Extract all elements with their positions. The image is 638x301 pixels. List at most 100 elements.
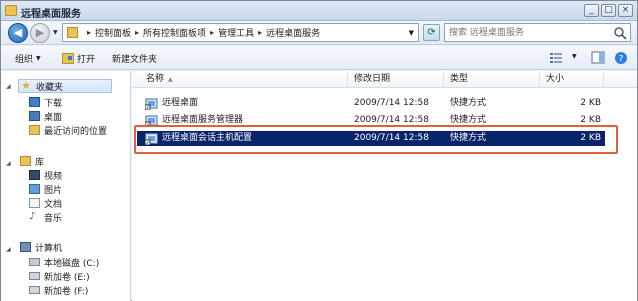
sidebar-item-label: 本地磁盘 (C:)	[44, 258, 100, 269]
chevron-right-icon[interactable]: ▸	[210, 28, 214, 37]
preview-pane-icon[interactable]	[591, 51, 605, 64]
column-header-modified[interactable]: 修改日期	[348, 71, 444, 88]
forward-arrow-icon: ▶	[35, 26, 45, 39]
column-header-name[interactable]: 名称 ▲	[140, 71, 348, 88]
column-header-label: 名称	[146, 74, 165, 84]
sidebar-item-label: 新加卷 (F:)	[44, 286, 89, 297]
window-title: 远程桌面服务	[21, 9, 81, 20]
sidebar-item-music[interactable]: ♪ 音乐	[29, 210, 62, 224]
chevron-down-icon[interactable]: ◢	[6, 160, 11, 167]
sidebar-item-label: 收藏夹	[36, 82, 64, 93]
folder-icon	[5, 5, 17, 16]
refresh-button[interactable]: ⟳	[423, 24, 440, 41]
svg-text:?: ?	[619, 55, 624, 65]
address-bar[interactable]: ▸ 控制面板 ▸ 所有控制面板项 ▸ 管理工具 ▸ 远程桌面服务 ▼	[62, 23, 419, 42]
search-box[interactable]	[444, 23, 631, 42]
chevron-right-icon[interactable]: ▸	[135, 28, 139, 37]
sidebar-item-label: 最近访问的位置	[44, 126, 108, 137]
recent-places-icon	[29, 125, 40, 135]
shortcut-icon	[145, 98, 158, 110]
chevron-down-icon[interactable]: ▼	[572, 53, 577, 60]
sidebar-item-pictures[interactable]: 图片	[29, 182, 62, 196]
file-list: 名称 ▲ 修改日期 类型 大小 远程桌面 2009/7/14 12:58 快捷方式…	[132, 71, 637, 301]
sidebar-item-label: 视频	[44, 171, 63, 182]
drive-icon	[29, 286, 40, 294]
sidebar-item-videos[interactable]: 视频	[29, 168, 62, 182]
system-drive-icon	[29, 258, 40, 266]
minimize-icon: _	[589, 5, 594, 15]
forward-button[interactable]: ▶	[30, 23, 50, 43]
sidebar-item-label: 下载	[44, 98, 63, 109]
help-icon[interactable]: ?	[614, 51, 628, 65]
chevron-right-icon[interactable]: ▸	[258, 28, 262, 37]
maximize-button[interactable]: □	[601, 4, 616, 17]
annotation-highlight-box	[134, 125, 618, 154]
navigation-bar: ◀ ▶ ▼ ▸ 控制面板 ▸ 所有控制面板项 ▸ 管理工具 ▸ 远程桌面服务 ▼…	[1, 21, 637, 45]
back-button[interactable]: ◀	[8, 23, 28, 43]
download-icon	[29, 97, 40, 107]
search-icon[interactable]	[613, 26, 627, 40]
column-header-size[interactable]: 大小	[540, 71, 604, 88]
file-name: 远程桌面	[162, 98, 199, 108]
sidebar-item-drive-c[interactable]: 本地磁盘 (C:)	[29, 255, 99, 269]
chevron-down-icon[interactable]: ◢	[6, 246, 11, 253]
sidebar-item-label: 桌面	[44, 112, 63, 123]
refresh-icon: ⟳	[427, 27, 436, 38]
sidebar-item-label: 图片	[44, 185, 63, 196]
breadcrumb: ▸ 控制面板 ▸ 所有控制面板项 ▸ 管理工具 ▸ 远程桌面服务	[83, 24, 320, 41]
close-button[interactable]: ×	[618, 4, 633, 17]
column-header-label: 大小	[546, 74, 565, 84]
sidebar-item-label: 新加卷 (E:)	[44, 272, 90, 283]
file-modified: 2009/7/14 12:58	[354, 98, 429, 108]
sidebar-item-favorites[interactable]: ★ 收藏夹	[18, 79, 112, 93]
minimize-button[interactable]: _	[584, 4, 599, 17]
sidebar-item-label: 音乐	[44, 213, 63, 224]
computer-icon	[20, 242, 31, 252]
organize-button[interactable]: 组织 ▼	[15, 52, 41, 65]
search-input[interactable]	[449, 25, 609, 40]
navigation-pane: ◢ ★ 收藏夹 下载 桌面 最近访问的位置 ◢ 库 视频 图片 文档 ♪ 音乐 …	[1, 71, 131, 301]
list-item[interactable]: 远程桌面 2009/7/14 12:58 快捷方式 2 KB	[137, 96, 605, 111]
view-options-icon[interactable]	[549, 51, 563, 64]
file-size: 2 KB	[580, 98, 601, 108]
column-header-label: 修改日期	[354, 74, 391, 84]
document-icon	[29, 198, 40, 208]
sidebar-item-desktop[interactable]: 桌面	[29, 109, 62, 123]
file-type: 快捷方式	[450, 98, 487, 108]
sidebar-item-documents[interactable]: 文档	[29, 196, 62, 210]
chevron-right-icon[interactable]: ▸	[87, 28, 91, 37]
new-folder-label: 新建文件夹	[112, 55, 158, 65]
sidebar-item-drive-e[interactable]: 新加卷 (E:)	[29, 269, 90, 283]
chevron-down-icon[interactable]: ◢	[6, 83, 11, 90]
video-icon	[29, 170, 40, 180]
column-header-label: 类型	[450, 74, 469, 84]
sidebar-item-computer[interactable]: 计算机	[20, 240, 62, 254]
sort-ascending-icon: ▲	[168, 76, 173, 83]
breadcrumb-control-panel[interactable]: 控制面板	[95, 26, 131, 39]
title-bar[interactable]: 远程桌面服务 _ □ ×	[1, 1, 637, 21]
explorer-window: 远程桌面服务 _ □ × ◀ ▶ ▼ ▸ 控制面板 ▸ 所有控制面板项 ▸ 管理…	[0, 0, 638, 301]
close-icon: ×	[621, 5, 630, 15]
new-folder-button[interactable]: 新建文件夹	[112, 52, 157, 65]
sidebar-item-label: 文档	[44, 199, 63, 210]
command-bar: 组织 ▼ 打开 新建文件夹 ▼ ?	[1, 46, 637, 70]
recent-pages-dropdown[interactable]: ▼	[53, 29, 58, 36]
organize-label: 组织	[15, 55, 34, 65]
address-dropdown-icon[interactable]: ▼	[409, 29, 414, 37]
column-headers: 名称 ▲ 修改日期 类型 大小	[132, 71, 637, 88]
sidebar-item-libraries[interactable]: 库	[20, 154, 44, 168]
library-icon	[20, 156, 31, 166]
breadcrumb-remote-desktop-services[interactable]: 远程桌面服务	[266, 26, 320, 39]
sidebar-item-recent-places[interactable]: 最近访问的位置	[29, 123, 107, 137]
desktop-icon	[29, 111, 40, 121]
column-header-type[interactable]: 类型	[444, 71, 540, 88]
breadcrumb-all-items[interactable]: 所有控制面板项	[143, 26, 206, 39]
chevron-down-icon: ▼	[36, 55, 41, 62]
open-icon	[62, 53, 74, 64]
sidebar-item-downloads[interactable]: 下载	[29, 95, 62, 109]
star-icon: ★	[21, 79, 31, 92]
open-button[interactable]: 打开	[62, 52, 95, 65]
breadcrumb-admin-tools[interactable]: 管理工具	[218, 26, 254, 39]
music-icon: ♪	[29, 211, 36, 222]
sidebar-item-drive-f[interactable]: 新加卷 (F:)	[29, 283, 88, 297]
